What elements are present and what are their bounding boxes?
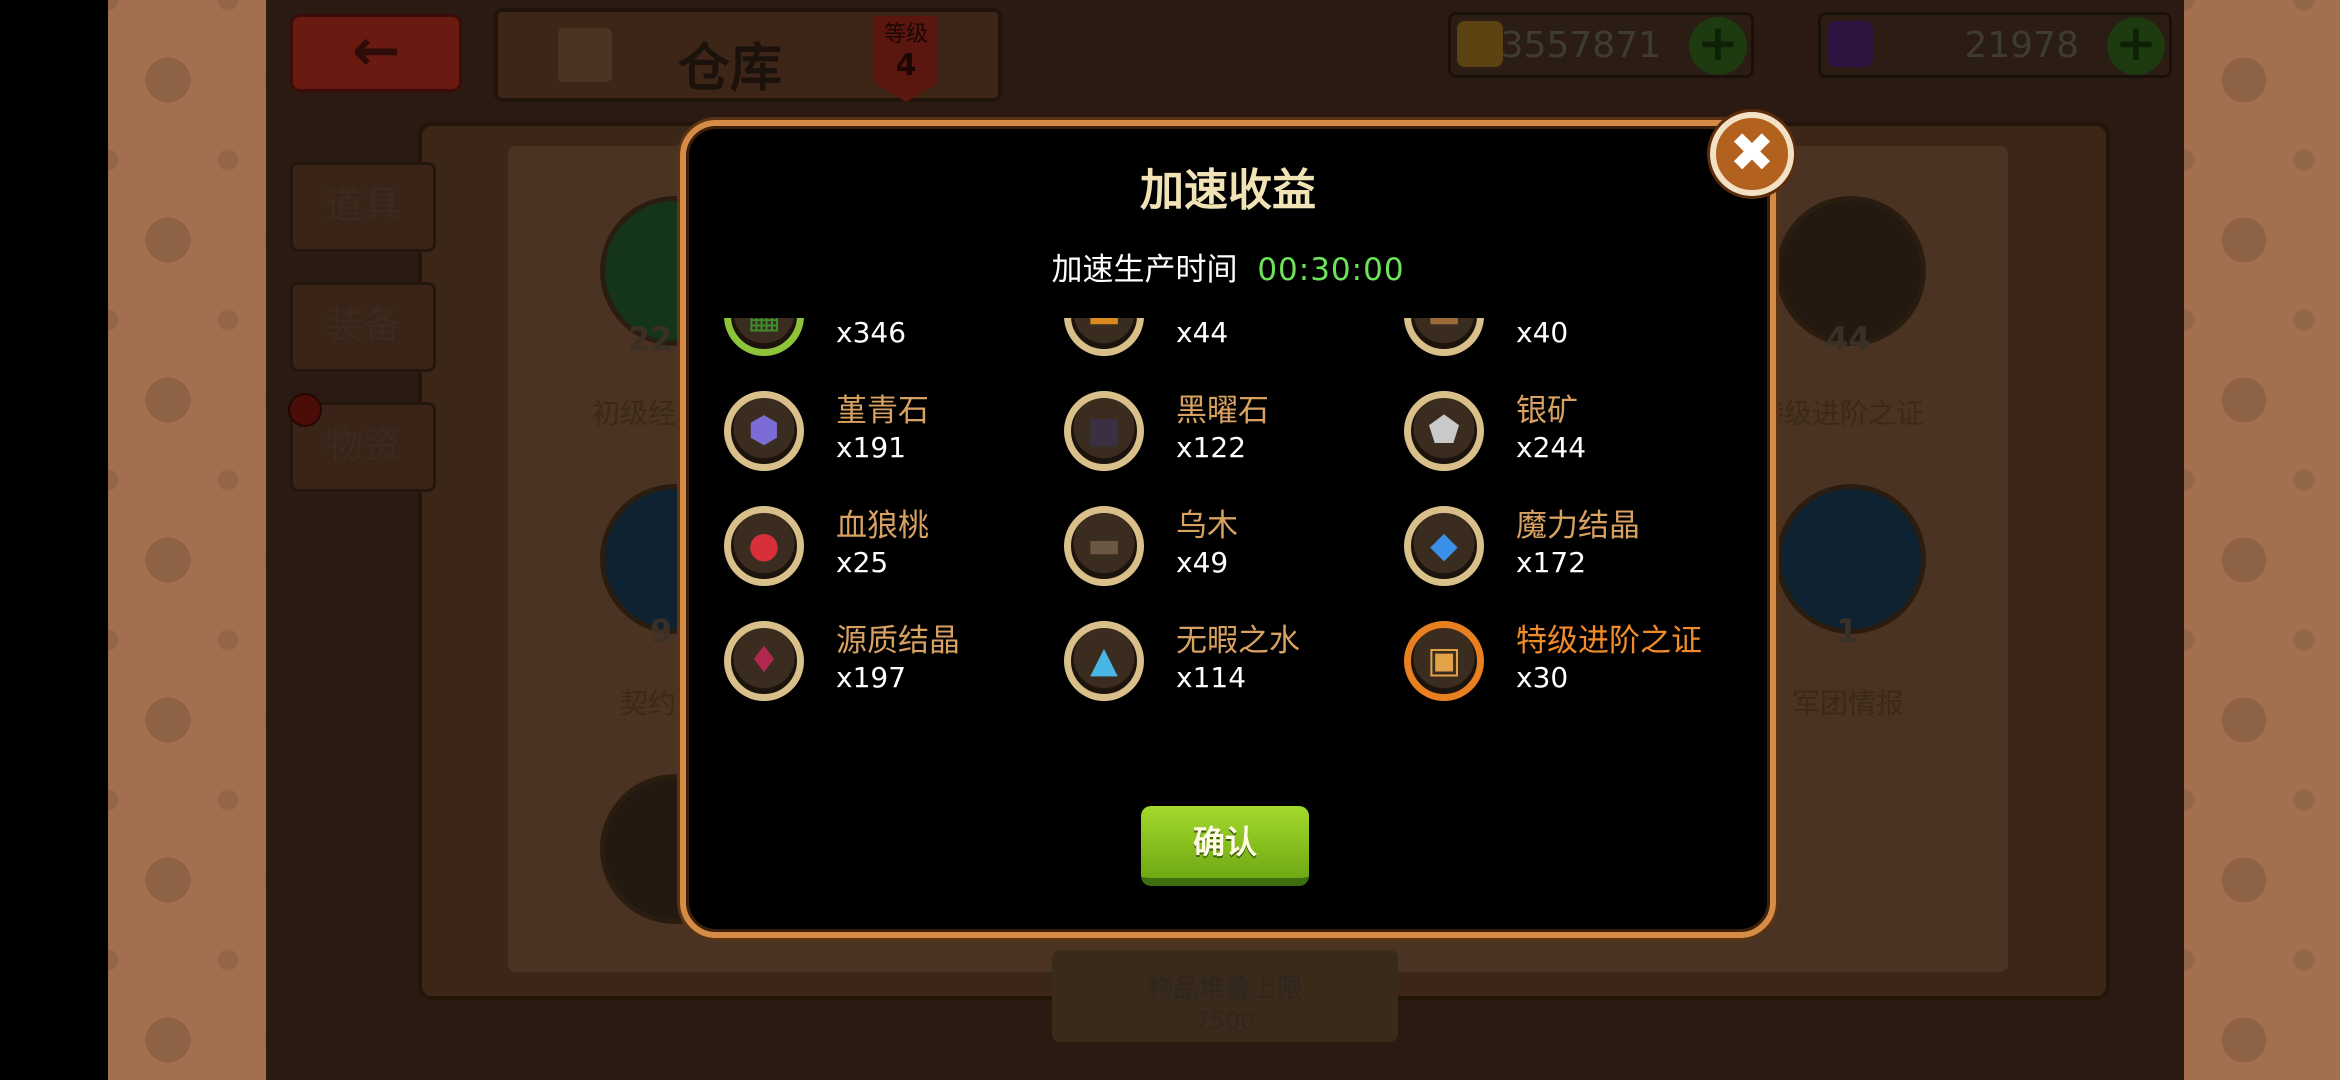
reward-item: ♦ 源质结晶 x197 [724, 611, 1064, 726]
tab-equipment[interactable]: 装备 [290, 282, 436, 372]
item-glyph: ⬟ [1428, 410, 1460, 451]
reward-item-quantity: x40 [1516, 318, 1569, 349]
reward-grid: ▦初级经验之书x346▬黄橙木x44▬橡木x40 ⬢ 堇青石x191 ■ 黑曜石x122… [724, 318, 1754, 726]
item-glyph: ◆ [1430, 525, 1458, 566]
reward-item-quantity: x172 [1516, 546, 1587, 579]
reward-item-name: 乌木 [1176, 508, 1238, 544]
reward-item-quantity: x191 [836, 431, 907, 464]
reward-item-name: 血狼桃 [836, 508, 929, 544]
reward-item-quantity: x30 [1516, 661, 1569, 694]
reward-item-name: 无暇之水 [1176, 623, 1300, 659]
reward-item-quantity: x197 [836, 661, 907, 694]
reward-item-name: 黑曜石 [1176, 393, 1269, 429]
reward-item-quantity: x114 [1176, 661, 1247, 694]
stack-limit-panel: 物品堆叠上限 7500 [1052, 950, 1398, 1042]
item-glyph: ▲ [1090, 640, 1118, 681]
slot-count: 1 [1836, 612, 1859, 650]
purple-gem-icon [1827, 21, 1873, 67]
ebony-log-icon: ▬ [1064, 506, 1144, 586]
gold-shield-icon [1457, 21, 1503, 67]
dialog-title: 加速收益 [1140, 165, 1316, 216]
obsidian-icon: ■ [1064, 391, 1144, 471]
reward-item-quantity: x25 [836, 546, 889, 579]
silver-ore-icon: ⬟ [1404, 391, 1484, 471]
reward-list[interactable]: ▦初级经验之书x346▬黄橙木x44▬橡木x40 ⬢ 堇青石x191 ■ 黑曜石x122… [686, 318, 1770, 858]
reward-item-quantity: x244 [1516, 431, 1587, 464]
close-icon: ✖ [1729, 121, 1775, 184]
warehouse-icon [558, 28, 612, 82]
reward-item-name: 特级进阶之证 [1516, 623, 1702, 659]
item-glyph: ▬ [1071, 318, 1137, 349]
reward-item: ▬ 乌木 x49 [1064, 496, 1404, 611]
advance-certificate-icon: ▣ [1404, 621, 1484, 701]
reward-item: ■ 黑曜石 x122 [1064, 381, 1404, 496]
gem-currency: 21978 + [1818, 12, 2172, 78]
item-glyph: ▬ [1411, 318, 1477, 349]
right-pattern-panel [2184, 0, 2340, 1080]
speedup-time-row: 加速生产时间 00:30:00 [686, 244, 1770, 289]
slot-count: 22 [628, 320, 673, 358]
reward-item: ◆ 魔力结晶 x172 [1404, 496, 1744, 611]
blood-peach-icon: ● [724, 506, 804, 586]
speedup-reward-dialog: 加速收益 加速生产时间 00:30:00 ▦初级经验之书x346▬黄橙木x44▬… [680, 120, 1776, 938]
stack-limit-label: 物品堆叠上限 [1146, 974, 1303, 1004]
level-value: 4 [895, 48, 917, 83]
gold-amount: 3557871 [1500, 25, 1661, 66]
level-badge: 等级 4 [874, 16, 938, 102]
slot-label: 军团情报 [1792, 687, 1905, 720]
reward-item: ⬟ 银矿 x244 [1404, 381, 1744, 496]
page-title: 仓库 [678, 39, 783, 99]
slot-count: 44 [1826, 320, 1871, 358]
gold-currency: 3557871 + [1448, 12, 1754, 78]
item-glyph: ▦ [731, 318, 797, 349]
stack-limit-value: 7500 [1194, 1007, 1256, 1035]
item-glyph: ♦ [747, 640, 781, 681]
left-pattern-panel [108, 0, 266, 1080]
item-glyph: ⬢ [748, 410, 780, 451]
level-label: 等级 [883, 22, 928, 47]
reward-item-quantity: x346 [836, 318, 907, 349]
reward-item: ▣ 特级进阶之证 x30 [1404, 611, 1744, 726]
notification-dot [288, 393, 322, 427]
slot-label: 特级进阶之证 [1756, 397, 1925, 430]
item-glyph: ▬ [1086, 525, 1121, 566]
title-bar: 仓库 等级 4 [494, 8, 1002, 102]
item-glyph: ▣ [1426, 640, 1461, 681]
slot-label: 初级经 [592, 397, 677, 430]
reward-item: ● 血狼桃 x25 [724, 496, 1064, 611]
reward-item: ▲ 无暇之水 x114 [1064, 611, 1404, 726]
reward-item-name: 魔力结晶 [1516, 508, 1640, 544]
slot-count: 9 [650, 612, 673, 650]
reward-item-quantity: x44 [1176, 318, 1229, 349]
gold-log-icon: ▬ [1064, 318, 1144, 356]
reward-item-quantity: x49 [1176, 546, 1229, 579]
exp-book-icon: ▦ [724, 318, 804, 356]
close-button[interactable]: ✖ [1710, 112, 1794, 196]
reward-item-name: 银矿 [1516, 393, 1578, 429]
oak-log-icon: ▬ [1404, 318, 1484, 356]
reward-item-name: 堇青石 [836, 393, 929, 429]
tab-items[interactable]: 道具 [290, 162, 436, 252]
speedup-time-label: 加速生产时间 [1051, 252, 1238, 288]
add-gem-button[interactable]: + [2107, 17, 2165, 75]
cordierite-gem-icon: ⬢ [724, 391, 804, 471]
pure-water-icon: ▲ [1064, 621, 1144, 701]
item-glyph: ● [748, 525, 780, 566]
add-gold-button[interactable]: + [1689, 17, 1747, 75]
reward-item-name: 源质结晶 [836, 623, 960, 659]
confirm-button[interactable]: 确认 [1141, 806, 1309, 886]
slot-label: 契约 [620, 687, 677, 720]
reward-item: ⬢ 堇青石 x191 [724, 381, 1064, 496]
reward-item-quantity: x122 [1176, 431, 1247, 464]
reward-item: ▬橡木x40 [1404, 318, 1744, 381]
reward-item: ▦初级经验之书x346 [724, 318, 1064, 381]
gem-amount: 21978 [1964, 25, 2079, 66]
speedup-time-value: 00:30:00 [1257, 252, 1405, 288]
reward-item: ▬黄橙木x44 [1064, 318, 1404, 381]
essence-crystal-icon: ♦ [724, 621, 804, 701]
back-button[interactable]: ← [290, 14, 462, 92]
mana-crystal-icon: ◆ [1404, 506, 1484, 586]
arrow-left-icon: ← [351, 16, 401, 84]
item-glyph: ■ [1086, 410, 1121, 451]
